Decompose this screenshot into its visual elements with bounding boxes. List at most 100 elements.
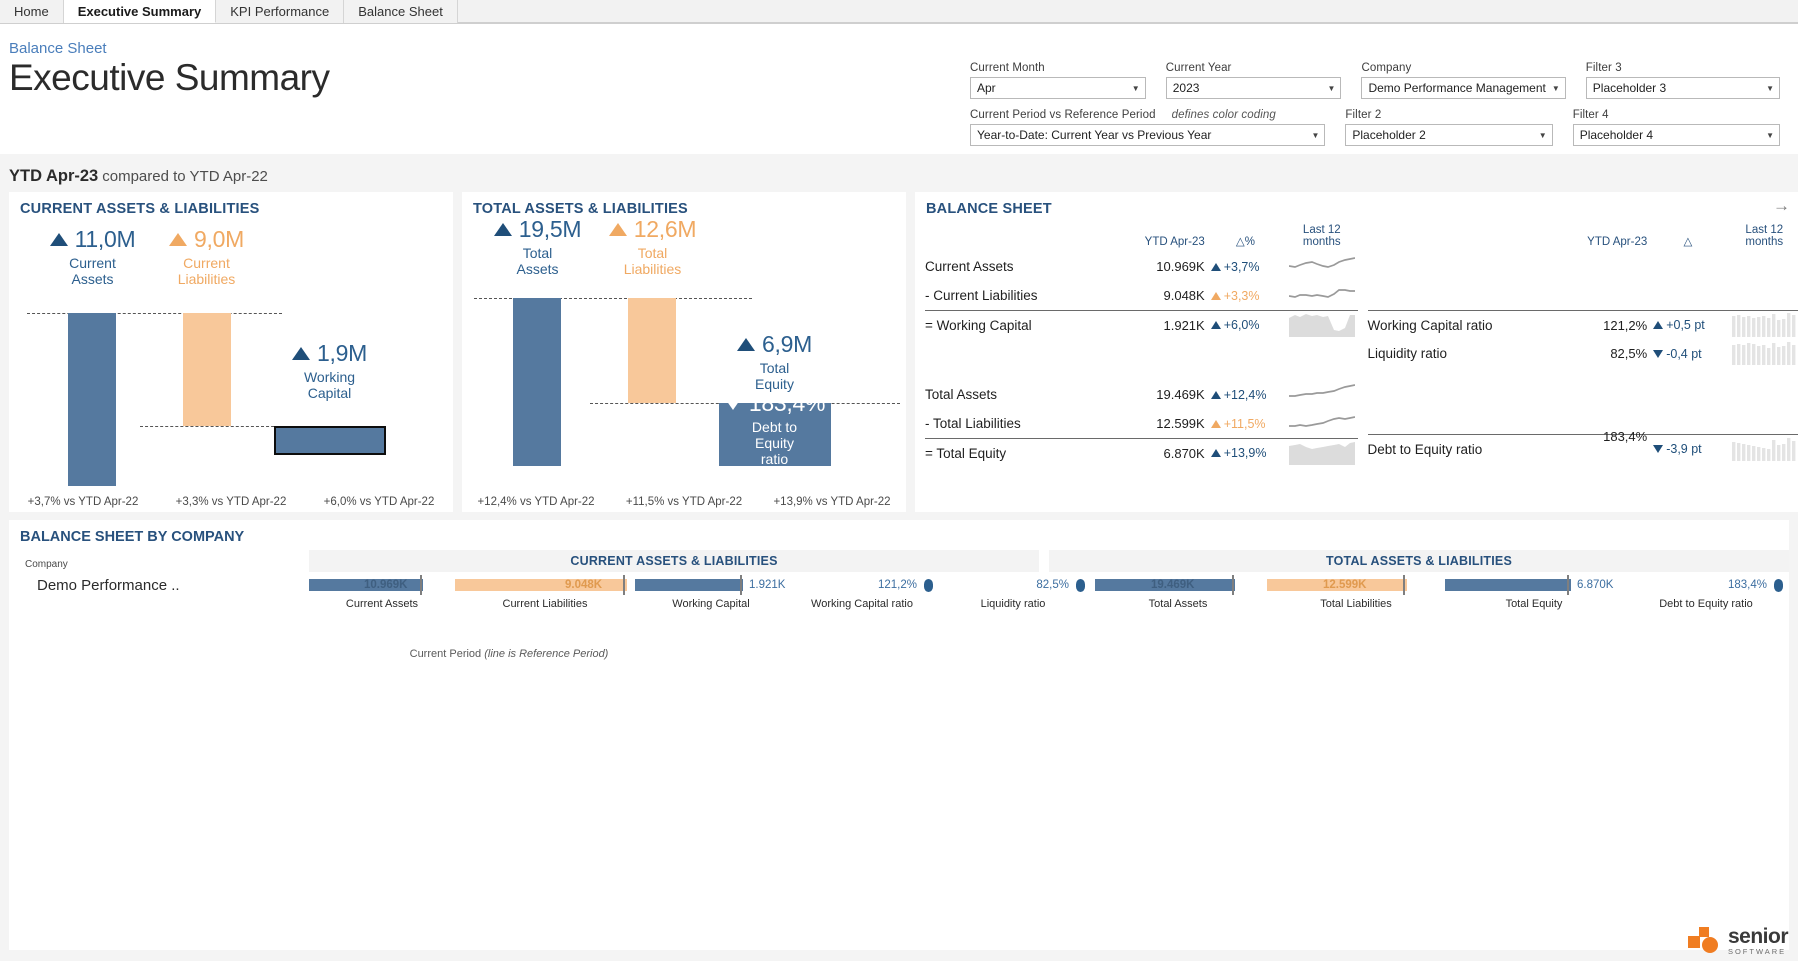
table-row[interactable]: Liquidity ratio 82,5% -0,4 pt bbox=[1368, 339, 1798, 368]
bar-working-capital[interactable] bbox=[274, 426, 386, 455]
balance-sheet-tables: YTD Apr-23 △% Last 12 months Current Ass… bbox=[915, 216, 1798, 512]
panel-current-title: CURRENT ASSETS & LIABILITIES bbox=[20, 201, 260, 217]
filter-row-2: Current Period vs Reference Period define… bbox=[970, 109, 1781, 146]
row-value: 1.921K bbox=[1163, 317, 1205, 333]
axis-label-total-liabilities: Total Liabilities bbox=[1320, 598, 1392, 610]
table-row[interactable]: Total Assets 19.469K +12,4% bbox=[925, 380, 1358, 409]
bar-current-liabilities[interactable] bbox=[183, 313, 231, 426]
row-delta: -3,9 pt bbox=[1647, 442, 1728, 456]
kpi-working-capital: 1,9M Working Capital bbox=[256, 340, 403, 401]
filter-period-comparison: Current Period vs Reference Period define… bbox=[970, 109, 1326, 146]
kpi-current-liabilities-value-wrap: 9,0M bbox=[133, 226, 280, 253]
table-row[interactable]: - Total Liabilities 12.599K +11,5% bbox=[925, 409, 1358, 438]
kpi-working-capital-label: Working Capital bbox=[256, 369, 403, 401]
table-row[interactable]: Demo Performance .. 10.969K 9.048K 1.921… bbox=[9, 572, 1789, 598]
bar-value-label: 12.599K bbox=[1323, 579, 1367, 591]
row-value: 10.969K bbox=[1156, 259, 1205, 274]
kpi-working-capital-label-l1: Working bbox=[303, 369, 356, 385]
cell-current-assets[interactable]: 10.969K bbox=[309, 572, 455, 598]
cell-current-liabilities[interactable]: 9.048K bbox=[455, 572, 635, 598]
bar-total-liabilities[interactable] bbox=[628, 298, 676, 403]
row-delta: +13,9% bbox=[1205, 446, 1286, 460]
breadcrumb[interactable]: Balance Sheet bbox=[9, 40, 107, 57]
row-label: Current Assets bbox=[925, 259, 1014, 274]
axis-label-current-liabilities: Current Liabilities bbox=[502, 598, 588, 610]
row-delta: +0,5 pt bbox=[1647, 318, 1728, 332]
row-label: - Current Liabilities bbox=[925, 288, 1038, 303]
next-arrow-icon[interactable]: → bbox=[1773, 196, 1790, 216]
triangle-up-icon bbox=[737, 338, 756, 351]
kpi-debt-to-equity-label-l3: ratio bbox=[760, 451, 789, 467]
current-assets-chart: 11,0M Current Assets 9,0M Current Liabil… bbox=[9, 218, 453, 512]
cell-debt-to-equity-ratio[interactable]: 183,4% bbox=[1623, 572, 1789, 598]
filter-3-label: Filter 3 bbox=[1585, 62, 1622, 74]
filter-current-year-label: Current Year bbox=[1165, 62, 1232, 74]
sparkline-area-icon bbox=[1288, 441, 1355, 465]
baseline-dash-top bbox=[27, 313, 282, 314]
logo-main-text: senior bbox=[1727, 924, 1789, 948]
table-spacer bbox=[1368, 368, 1798, 434]
table-row[interactable]: = Working Capital 1.921K +6,0% bbox=[925, 310, 1358, 339]
row-delta: +12,4% bbox=[1205, 388, 1286, 402]
filter-period-comparison-select[interactable]: Year-to-Date: Current Year vs Previous Y… bbox=[970, 124, 1326, 146]
row-delta-text: +3,3% bbox=[1223, 288, 1260, 303]
bar-value-label: 10.969K bbox=[364, 579, 408, 591]
filter-current-month-select[interactable]: Apr ▼ bbox=[970, 77, 1146, 99]
group-header-current: CURRENT ASSETS & LIABILITIES bbox=[309, 550, 1039, 572]
sparkline-bars-icon bbox=[1732, 312, 1796, 337]
tab-balance-sheet[interactable]: Balance Sheet bbox=[344, 0, 458, 23]
cell-working-capital-ratio[interactable]: 121,2% bbox=[787, 572, 937, 598]
tab-bar: Home Executive Summary KPI Performance B… bbox=[0, 0, 1798, 24]
page-title: Executive Summary bbox=[9, 57, 330, 98]
table-row[interactable]: Current Assets 10.969K +3,7% bbox=[925, 252, 1358, 281]
kpi-total-liabilities-label-l1: Total bbox=[637, 245, 668, 261]
row-delta-text: +0,5 pt bbox=[1666, 318, 1705, 332]
row-label: Working Capital ratio bbox=[1367, 317, 1493, 333]
current-chart-axis-labels: +3,7% vs YTD Apr-22 +3,3% vs YTD Apr-22 … bbox=[9, 496, 453, 508]
cell-liquidity-ratio[interactable]: 82,5% bbox=[937, 572, 1089, 598]
row-sparkline bbox=[1286, 282, 1357, 309]
axis-label-working-capital: Working Capital bbox=[672, 598, 750, 610]
tab-kpi-performance[interactable]: KPI Performance bbox=[216, 0, 345, 23]
kpi-current-assets-value: 11,0M bbox=[74, 226, 136, 252]
tab-home[interactable]: Home bbox=[0, 0, 64, 23]
table-row[interactable]: Working Capital ratio 121,2% +0,5 pt bbox=[1367, 310, 1798, 339]
filter-3-select[interactable]: Placeholder 3 ▼ bbox=[1585, 77, 1780, 99]
axis-label-liquidity-ratio: Liquidity ratio bbox=[980, 598, 1046, 610]
filter-4-select[interactable]: Placeholder 4 ▼ bbox=[1572, 124, 1781, 146]
filter-4: Filter 4 Placeholder 4 ▼ bbox=[1572, 109, 1781, 146]
cell-total-equity[interactable]: 6.870K bbox=[1445, 572, 1623, 598]
cell-working-capital[interactable]: 1.921K bbox=[635, 572, 787, 598]
filter-current-year-select[interactable]: 2023 ▼ bbox=[1165, 77, 1342, 99]
row-label: Total Assets bbox=[925, 387, 998, 402]
tab-executive-summary[interactable]: Executive Summary bbox=[63, 0, 217, 23]
filter-current-year-value: 2023 bbox=[1172, 81, 1200, 95]
table-row[interactable]: - Current Liabilities 9.048K +3,3% bbox=[925, 281, 1358, 310]
dashboard-canvas: YTD Apr-23 compared to YTD Apr-22 CURRENT… bbox=[0, 154, 1798, 961]
filter-4-label: Filter 4 bbox=[1572, 109, 1609, 121]
filter-period-comparison-value: Year-to-Date: Current Year vs Previous Y… bbox=[977, 128, 1212, 142]
row-label: Liquidity ratio bbox=[1367, 346, 1448, 361]
row-delta-text: +12,4% bbox=[1223, 387, 1267, 402]
bar-total-assets[interactable] bbox=[513, 298, 561, 466]
filter-company-select[interactable]: Demo Performance Management ▼ bbox=[1361, 77, 1566, 99]
filter-2-select[interactable]: Placeholder 2 ▼ bbox=[1345, 124, 1553, 146]
row-sparkline bbox=[1729, 436, 1798, 463]
cell-total-assets[interactable]: 19.469K bbox=[1089, 572, 1267, 598]
company-column-header: Company bbox=[25, 559, 68, 570]
kpi-current-liabilities-label-l2: Liabilities bbox=[177, 271, 236, 287]
kpi-debt-to-equity-ratio: 183,4% Debt to Equity ratio bbox=[701, 390, 848, 467]
legend-reference-period: (line is Reference Period) bbox=[484, 648, 609, 660]
row-delta: +3,7% bbox=[1205, 260, 1286, 274]
total-assets-chart: 19,5M Total Assets 12,6M Total Liabiliti… bbox=[462, 216, 906, 512]
chevron-down-icon: ▼ bbox=[1327, 83, 1336, 93]
panel-balance-sheet-title: BALANCE SHEET bbox=[926, 201, 1052, 217]
filter-current-month-label: Current Month bbox=[970, 62, 1045, 74]
reference-tick bbox=[1403, 575, 1405, 595]
header-sparkline: Last 12 months bbox=[1286, 224, 1357, 248]
period-compared: compared to YTD Apr-22 bbox=[102, 168, 268, 185]
table-row[interactable]: Debt to Equity ratio 183,4% -3,9 pt bbox=[1367, 429, 1798, 463]
cell-total-liabilities[interactable]: 12.599K bbox=[1267, 572, 1445, 598]
bar-current-assets[interactable] bbox=[68, 313, 116, 486]
table-row[interactable]: = Total Equity 6.870K +13,9% bbox=[925, 438, 1358, 467]
